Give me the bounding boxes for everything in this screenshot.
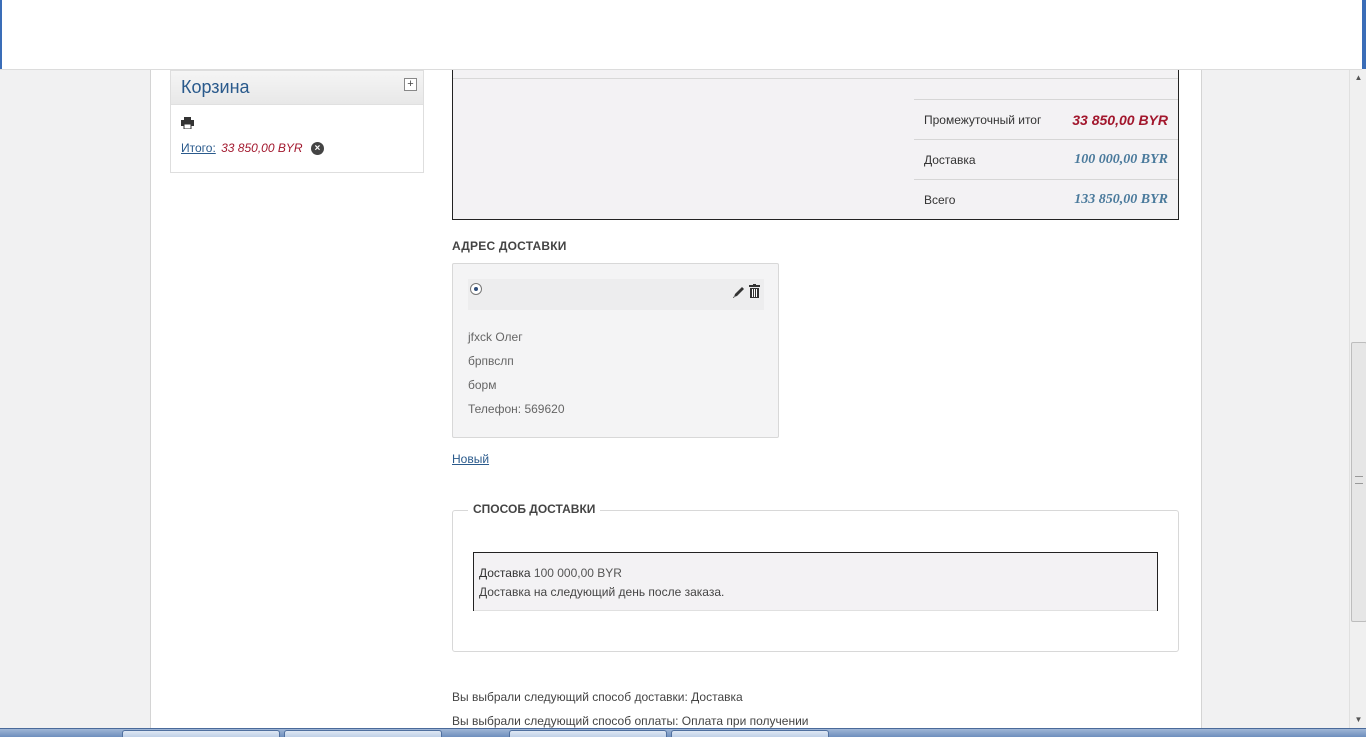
totals-table: Промежуточный итог 33 850,00 BYR Доставк… xyxy=(914,99,1178,219)
subtotal-value: 33 850,00 BYR xyxy=(1072,112,1168,128)
selected-payment-text: Вы выбрали следующий способ оплаты: Опла… xyxy=(452,714,809,728)
shipping-value: 100 000,00 BYR xyxy=(1074,152,1168,167)
address-line: борм xyxy=(468,378,497,392)
divider xyxy=(474,610,1157,611)
remove-icon[interactable]: × xyxy=(310,142,324,155)
address-section-title: АДРЕС ДОСТАВКИ xyxy=(452,239,567,253)
cart-module: Корзина + Итого: 33 850,00 BYR × xyxy=(170,70,424,173)
shipping-option[interactable]: Доставка 100 000,00 BYR Доставка на след… xyxy=(473,552,1158,611)
address-line: брпвслп xyxy=(468,354,514,368)
shipping-option-name: Доставка xyxy=(479,566,531,580)
shipping-option-line: Доставка 100 000,00 BYR xyxy=(479,566,622,580)
shipping-method-title: СПОСОБ ДОСТАВКИ xyxy=(468,502,601,516)
address-line: jfxck Олег xyxy=(468,330,523,344)
shipping-row: Доставка 100 000,00 BYR xyxy=(914,139,1178,180)
grand-total-label: Всего xyxy=(924,193,956,207)
cart-total-line: Итого: 33 850,00 BYR × xyxy=(181,141,324,155)
browser-top-area xyxy=(0,0,1362,70)
grand-total-value: 133 850,00 BYR xyxy=(1074,192,1168,207)
address-card-header xyxy=(468,279,764,310)
grand-total-row: Всего 133 850,00 BYR xyxy=(914,179,1178,220)
address-phone: Телефон: 569620 xyxy=(468,402,565,416)
window-edge-right xyxy=(1362,0,1366,69)
order-totals-box: Промежуточный итог 33 850,00 BYR Доставк… xyxy=(452,70,1179,220)
scrollbar-thumb[interactable] xyxy=(1351,342,1366,622)
address-lines: jfxck Олег брпвслп борм Телефон: 569620 xyxy=(468,330,565,426)
cart-total-value: 33 850,00 BYR xyxy=(221,141,303,155)
selected-shipping-text: Вы выбрали следующий способ доставки: До… xyxy=(452,690,743,704)
trash-icon[interactable] xyxy=(749,284,760,298)
cart-total-link[interactable]: Итого: xyxy=(181,141,216,155)
totals-top-row xyxy=(453,70,1178,79)
scroll-grip-icon xyxy=(1355,476,1363,484)
address-card: jfxck Олег брпвслп борм Телефон: 569620 xyxy=(452,263,779,438)
address-radio[interactable] xyxy=(470,283,482,295)
scroll-down-arrow-icon[interactable]: ▼ xyxy=(1350,712,1366,728)
cart-module-title: Корзина xyxy=(181,77,250,97)
shipping-label: Доставка xyxy=(924,153,976,167)
cart-module-header: Корзина + xyxy=(171,71,423,105)
edit-icon[interactable] xyxy=(732,285,746,299)
subtotal-row: Промежуточный итог 33 850,00 BYR xyxy=(914,99,1178,140)
window-edge-left xyxy=(0,0,2,69)
printer-icon[interactable] xyxy=(181,117,194,129)
shipping-option-price: 100 000,00 BYR xyxy=(533,566,622,580)
shipping-option-description: Доставка на следующий день после заказа. xyxy=(479,585,725,599)
subtotal-label: Промежуточный итог xyxy=(924,113,1042,127)
new-address-link[interactable]: Новый xyxy=(452,452,489,466)
expand-icon[interactable]: + xyxy=(404,78,417,91)
scroll-up-arrow-icon[interactable]: ▲ xyxy=(1350,70,1366,86)
vertical-scrollbar[interactable]: ▲ ▼ xyxy=(1349,70,1366,728)
